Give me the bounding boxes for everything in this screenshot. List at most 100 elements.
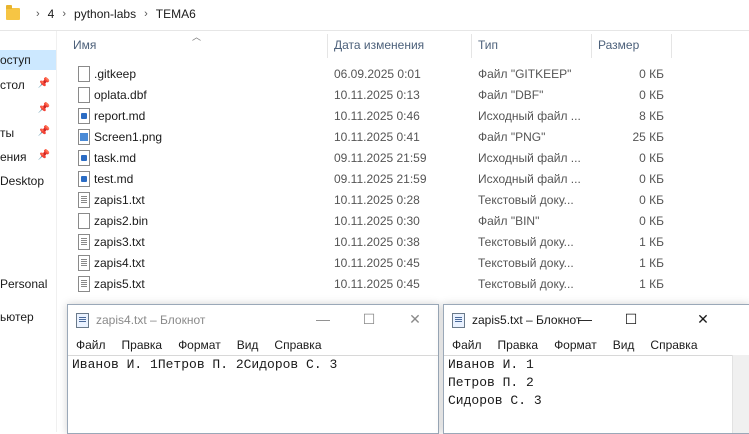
nav-item-quick-access[interactable]: оступ bbox=[0, 50, 56, 70]
close-button[interactable]: ✕ bbox=[680, 305, 726, 334]
file-name: .gitkeep bbox=[94, 67, 137, 81]
markdown-file-icon bbox=[78, 150, 90, 166]
menu-bar: Файл Правка Формат Вид Справка bbox=[68, 335, 438, 355]
nav-item-documents[interactable]: ты 📌 bbox=[0, 123, 56, 143]
breadcrumb-item[interactable]: TEMA6 bbox=[156, 7, 196, 21]
title-bar[interactable]: zapis4.txt – Блокнот — ☐ ✕ bbox=[68, 305, 438, 334]
pin-icon: 📌 bbox=[37, 78, 50, 89]
menu-edit[interactable]: Правка bbox=[490, 335, 547, 355]
title-bar[interactable]: zapis5.txt – Блокнот — ☐ ✕ bbox=[444, 305, 749, 334]
file-name: Screen1.png bbox=[94, 130, 163, 144]
column-divider[interactable] bbox=[327, 34, 328, 58]
file-row[interactable]: .gitkeep 06.09.2025 0:01 Файл "GITKEEP" … bbox=[62, 64, 749, 85]
menu-format[interactable]: Формат bbox=[546, 335, 605, 355]
file-size: 0 КБ bbox=[639, 214, 664, 228]
file-size: 0 КБ bbox=[639, 88, 664, 102]
chevron-right-icon[interactable]: › bbox=[144, 8, 148, 20]
menu-file[interactable]: Файл bbox=[68, 335, 114, 355]
file-type: Текстовый доку... bbox=[478, 256, 574, 270]
close-button[interactable]: ✕ bbox=[392, 305, 438, 334]
file-type: Текстовый доку... bbox=[478, 277, 574, 291]
notepad-icon bbox=[76, 313, 89, 328]
file-row[interactable]: zapis1.txt 10.11.2025 0:28 Текстовый док… bbox=[62, 190, 749, 211]
minimize-button[interactable]: — bbox=[300, 305, 346, 334]
menu-view[interactable]: Вид bbox=[605, 335, 643, 355]
nav-item-desktop[interactable]: Desktop bbox=[0, 171, 56, 191]
nav-item-images[interactable]: ения 📌 bbox=[0, 147, 56, 167]
file-row[interactable]: task.md 09.11.2025 21:59 Исходный файл .… bbox=[62, 148, 749, 169]
file-type: Файл "DBF" bbox=[478, 88, 544, 102]
window-title: zapis4.txt – Блокнот bbox=[96, 313, 206, 327]
file-name: zapis5.txt bbox=[94, 277, 145, 291]
breadcrumb: › 4 › python-labs › TEMA6 bbox=[6, 5, 196, 21]
file-row[interactable]: Screen1.png 10.11.2025 0:41 Файл "PNG" 2… bbox=[62, 127, 749, 148]
breadcrumb-item[interactable]: python-labs bbox=[74, 7, 136, 21]
address-bar[interactable]: › 4 › python-labs › TEMA6 bbox=[0, 0, 749, 31]
menu-edit[interactable]: Правка bbox=[114, 335, 171, 355]
file-row[interactable]: report.md 10.11.2025 0:46 Исходный файл … bbox=[62, 106, 749, 127]
nav-item-label: Personal bbox=[0, 277, 48, 291]
maximize-button[interactable]: ☐ bbox=[346, 305, 392, 334]
file-row[interactable]: zapis5.txt 10.11.2025 0:45 Текстовый док… bbox=[62, 274, 749, 295]
column-divider[interactable] bbox=[471, 34, 472, 58]
column-header-type[interactable]: Тип bbox=[478, 32, 498, 58]
chevron-right-icon[interactable]: › bbox=[62, 8, 66, 20]
column-header-date[interactable]: Дата изменения bbox=[334, 32, 424, 58]
vertical-scrollbar[interactable] bbox=[732, 355, 749, 433]
column-header-name[interactable]: Имя bbox=[73, 32, 96, 58]
text-area[interactable]: Иванов И. 1Петров П. 2Сидоров С. 3 bbox=[68, 355, 438, 433]
column-divider[interactable] bbox=[591, 34, 592, 58]
text-line: Петров П. 2 bbox=[448, 375, 534, 390]
menu-help[interactable]: Справка bbox=[266, 335, 329, 355]
folder-icon bbox=[6, 5, 20, 20]
file-date: 10.11.2025 0:46 bbox=[334, 109, 420, 123]
file-row[interactable]: zapis2.bin 10.11.2025 0:30 Файл "BIN" 0 … bbox=[62, 211, 749, 232]
text-area[interactable]: Иванов И. 1 Петров П. 2 Сидоров С. 3 bbox=[444, 355, 749, 433]
nav-item-pinned[interactable]: 📌 bbox=[0, 100, 56, 120]
notepad-icon bbox=[452, 313, 465, 328]
notepad-window-zapis4[interactable]: zapis4.txt – Блокнот — ☐ ✕ Файл Правка Ф… bbox=[67, 304, 439, 434]
markdown-file-icon bbox=[78, 108, 90, 124]
file-name: zapis2.bin bbox=[94, 214, 149, 228]
text-file-icon bbox=[78, 192, 90, 208]
menu-help[interactable]: Справка bbox=[642, 335, 705, 355]
file-type: Исходный файл ... bbox=[478, 172, 581, 186]
file-type: Файл "BIN" bbox=[478, 214, 540, 228]
menu-format[interactable]: Формат bbox=[170, 335, 229, 355]
file-type: Файл "GITKEEP" bbox=[478, 67, 572, 81]
menu-file[interactable]: Файл bbox=[444, 335, 490, 355]
nav-item-label: оступ bbox=[0, 53, 31, 67]
nav-item-label: Desktop bbox=[0, 174, 45, 188]
file-name: test.md bbox=[94, 172, 134, 186]
file-size: 1 КБ bbox=[639, 256, 664, 270]
file-name: zapis3.txt bbox=[94, 235, 145, 249]
file-size: 1 КБ bbox=[639, 235, 664, 249]
maximize-button[interactable]: ☐ bbox=[608, 305, 654, 334]
nav-item-label: стол bbox=[0, 78, 25, 92]
file-row[interactable]: test.md 09.11.2025 21:59 Исходный файл .… bbox=[62, 169, 749, 190]
notepad-window-zapis5[interactable]: zapis5.txt – Блокнот — ☐ ✕ Файл Правка Ф… bbox=[443, 304, 749, 434]
nav-item-desktop-ru[interactable]: стол 📌 bbox=[0, 75, 56, 95]
file-date: 10.11.2025 0:45 bbox=[334, 277, 420, 291]
file-row[interactable]: zapis4.txt 10.11.2025 0:45 Текстовый док… bbox=[62, 253, 749, 274]
menu-view[interactable]: Вид bbox=[229, 335, 267, 355]
minimize-button[interactable]: — bbox=[562, 305, 608, 334]
file-size: 25 КБ bbox=[632, 130, 664, 144]
breadcrumb-item[interactable]: 4 bbox=[48, 7, 55, 21]
column-header-size[interactable]: Размер bbox=[598, 32, 639, 58]
file-date: 10.11.2025 0:41 bbox=[334, 130, 420, 144]
file-row[interactable]: zapis3.txt 10.11.2025 0:38 Текстовый док… bbox=[62, 232, 749, 253]
chevron-right-icon[interactable]: › bbox=[36, 8, 40, 20]
file-name: oplata.dbf bbox=[94, 88, 147, 102]
pin-icon: 📌 bbox=[37, 103, 50, 114]
file-type: Текстовый доку... bbox=[478, 193, 574, 207]
nav-item-personal[interactable]: Personal bbox=[0, 274, 56, 294]
file-row[interactable]: oplata.dbf 10.11.2025 0:13 Файл "DBF" 0 … bbox=[62, 85, 749, 106]
file-name: zapis4.txt bbox=[94, 256, 145, 270]
text-line: Иванов И. 1Петров П. 2Сидоров С. 3 bbox=[72, 357, 338, 372]
file-name: task.md bbox=[94, 151, 137, 165]
nav-item-computer[interactable]: ьютер bbox=[0, 307, 56, 327]
navigation-pane: оступ стол 📌 📌 ты 📌 ения 📌 Desktop Perso… bbox=[0, 31, 57, 432]
column-divider[interactable] bbox=[671, 34, 672, 58]
text-line: Сидоров С. 3 bbox=[448, 393, 542, 408]
